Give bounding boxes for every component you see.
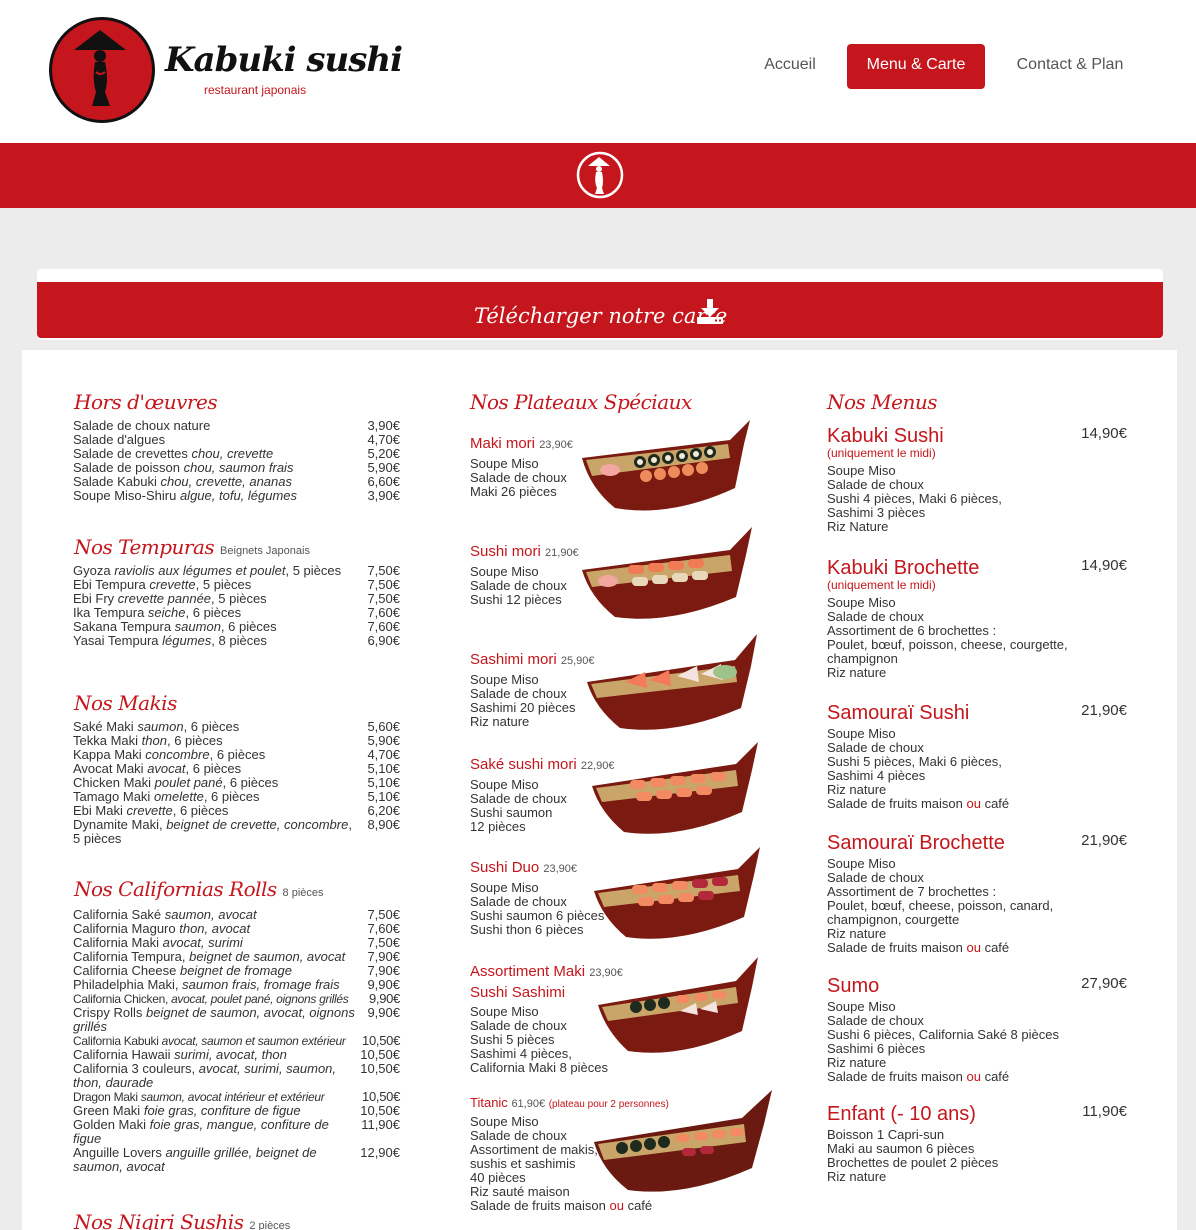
geisha-icon [74, 30, 126, 106]
list-item: California Saké saumon, avocat 7,50€ [73, 907, 400, 922]
site-header: Kabuki sushi restaurant japonais Accueil… [0, 0, 1196, 143]
sushi-boat-image [582, 527, 752, 619]
download-label: Télécharger notre carte [474, 304, 728, 328]
section-title-plateaux: Nos Plateaux Spéciaux [470, 390, 692, 414]
list-item: Dragon Maki saumon, avocat intérieur et … [73, 1089, 400, 1105]
nav-contact-plan[interactable]: Contact & Plan [1005, 44, 1135, 89]
logo-name[interactable]: Kabuki sushi [165, 40, 403, 80]
section-title-hors-oeuvres: Hors d'œuvres [74, 390, 218, 414]
list-item: California Maki avocat, surimi 7,50€ [73, 935, 400, 950]
nav-menu-carte[interactable]: Menu & Carte [847, 44, 985, 89]
list-item: Salade Kabuki chou, crevette, ananas 6,60… [73, 474, 400, 489]
list-item: California Cheese beignet de fromage 7,90… [73, 963, 400, 978]
menu-sumo: Sumo 27,90€ Soupe Miso Salade de choux S… [827, 975, 1127, 1084]
menu-kabuki-sushi: Kabuki Sushi 14,90€ (uniquement le midi)… [827, 425, 1127, 534]
list-item: Saké Maki saumon, 6 pièces 5,60€ [73, 719, 400, 734]
makis-list: Saké Maki saumon, 6 pièces 5,60€ Tekka Ma… [73, 720, 400, 846]
download-menu-button[interactable]: Télécharger notre carte [37, 282, 1163, 338]
list-item: Avocat Maki avocat, 6 pièces 5,10€ [73, 761, 400, 776]
list-item: Golden Maki foie gras, mangue, confiture… [73, 1117, 400, 1146]
list-item: Sakana Tempura saumon, 6 pièces 7,60€ [73, 619, 400, 634]
list-item: California Hawaii surimi, avocat, thon 10… [73, 1047, 400, 1062]
list-item: California Kabuki avocat, saumon et saum… [73, 1033, 400, 1049]
download-panel: Télécharger notre carte [37, 269, 1163, 340]
sushi-boat-image [594, 847, 760, 939]
list-item: Tamago Maki omelette, 6 pièces 5,10€ [73, 789, 400, 804]
californias-list: California Saké saumon, avocat 7,50€ Cali… [73, 908, 400, 1174]
list-item: Gyoza raviolis aux légumes et poulet, 5 … [73, 563, 400, 578]
section-title-menus: Nos Menus [827, 390, 938, 414]
sushi-boat-image [594, 1090, 772, 1192]
section-title-nigiri: Nos Nigiri Sushis 2 pièces [74, 1210, 291, 1230]
sushi-boat-image [598, 957, 758, 1053]
nav-accueil[interactable]: Accueil [752, 44, 828, 89]
menu-kabuki-brochette: Kabuki Brochette 14,90€ (uniquement le m… [827, 557, 1127, 680]
section-title-californias: Nos Californias Rolls 8 pièces [74, 877, 324, 901]
list-item: Ebi Maki crevette, 6 pièces 6,20€ [73, 803, 400, 818]
sushi-boat-image [587, 634, 757, 730]
logo-emblem[interactable] [49, 17, 155, 123]
list-item: Yasai Tempura légumes, 8 pièces 6,90€ [73, 633, 400, 648]
list-item: Anguille Lovers anguille grillée, beigne… [73, 1145, 400, 1174]
red-banner [0, 143, 1196, 208]
section-title-makis: Nos Makis [74, 691, 177, 715]
list-item: Kappa Maki concombre, 6 pièces 4,70€ [73, 747, 400, 762]
list-item: Salade de crevettes chou, crevette 5,20€ [73, 446, 400, 461]
list-item: Salade de choux nature 3,90€ [73, 418, 400, 433]
list-item: Soupe Miso-Shiru algue, tofu, légumes 3,9… [73, 488, 400, 503]
list-item: California Tempura, beignet de saumon, a… [73, 949, 400, 964]
list-item: Ebi Fry crevette pannée, 5 pièces 7,50€ [73, 591, 400, 606]
list-item: Ebi Tempura crevette, 5 pièces 7,50€ [73, 577, 400, 592]
list-item: Salade de poisson chou, saumon frais 5,90… [73, 460, 400, 475]
sushi-boat-image [582, 420, 750, 511]
list-item: Philadelphia Maki, saumon frais, fromage… [73, 977, 400, 992]
list-item: California Maguro thon, avocat 7,60€ [73, 921, 400, 936]
list-item: Chicken Maki poulet pané, 6 pièces 5,10€ [73, 775, 400, 790]
logo-tagline: restaurant japonais [204, 83, 307, 97]
list-item: California 3 couleurs, avocat, surimi, s… [73, 1061, 400, 1090]
tempuras-list: Gyoza raviolis aux légumes et poulet, 5 … [73, 564, 400, 648]
list-item: Crispy Rolls beignet de saumon, avocat, … [73, 1005, 400, 1034]
geisha-emblem-icon [576, 151, 624, 199]
list-item: Ika Tempura seiche, 6 pièces 7,60€ [73, 605, 400, 620]
section-title-tempuras: Nos Tempuras Beignets Japonais [74, 535, 310, 559]
download-icon [697, 299, 723, 324]
menu-enfant: Enfant (- 10 ans) 11,90€ Boisson 1 Capri… [827, 1103, 1127, 1184]
menu-samourai-brochette: Samouraï Brochette 21,90€ Soupe Miso Sal… [827, 832, 1127, 955]
list-item: Green Maki foie gras, confiture de figue… [73, 1103, 400, 1118]
hors-oeuvres-list: Salade de choux nature 3,90€ Salade d'al… [73, 419, 400, 503]
list-item: Dynamite Maki, beignet de crevette, conc… [73, 817, 400, 846]
list-item: Tekka Maki thon, 6 pièces 5,90€ [73, 733, 400, 748]
menu-samourai-sushi: Samouraï Sushi 21,90€ Soupe Miso Salade … [827, 702, 1127, 811]
list-item: California Chicken, avocat, poulet pané,… [73, 991, 400, 1007]
sushi-boat-image [592, 742, 758, 834]
list-item: Salade d'algues 4,70€ [73, 432, 400, 447]
